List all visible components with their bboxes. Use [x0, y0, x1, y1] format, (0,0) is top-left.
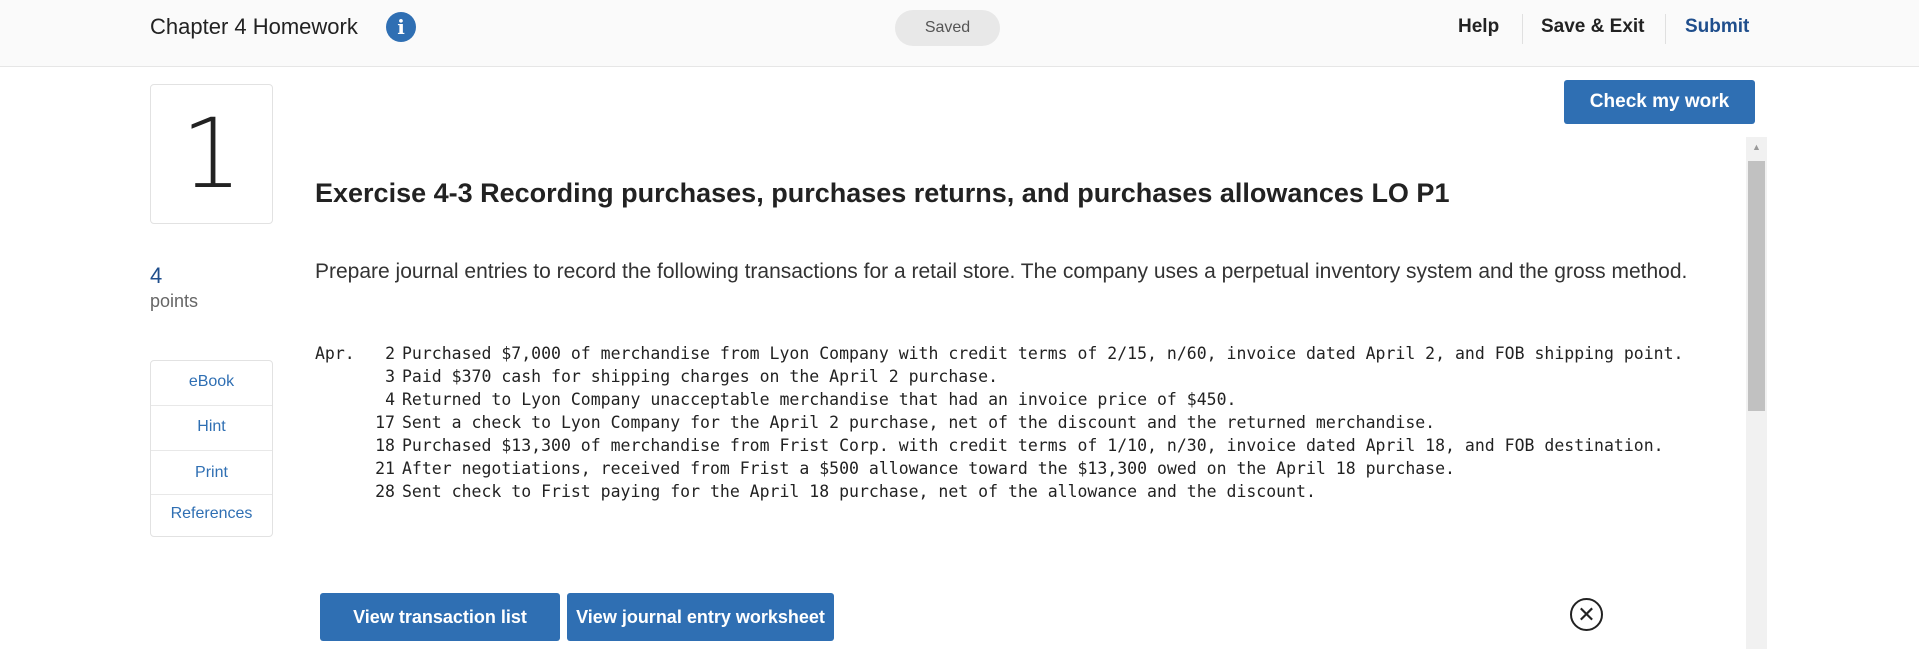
- points-label: points: [150, 291, 199, 311]
- transaction-day: 28: [375, 482, 395, 501]
- transaction-row: 3 Paid $370 cash for shipping charges on…: [315, 365, 1735, 388]
- menu-divider: [151, 450, 272, 451]
- info-icon[interactable]: i: [386, 12, 416, 42]
- nav-divider: [1522, 14, 1523, 44]
- save-exit-link[interactable]: Save & Exit: [1541, 16, 1645, 38]
- scroll-up-arrow-icon[interactable]: ▲: [1746, 137, 1767, 157]
- hint-link[interactable]: Hint: [151, 418, 272, 436]
- transaction-month: Apr.: [315, 344, 355, 363]
- transaction-day: 17: [375, 413, 395, 432]
- references-link[interactable]: References: [151, 505, 272, 523]
- transaction-list: Apr. 2 Purchased $7,000 of merchandise f…: [315, 342, 1735, 503]
- saved-status-badge: Saved: [895, 10, 1000, 46]
- menu-divider: [151, 494, 272, 495]
- transaction-day: 4: [385, 390, 395, 409]
- exercise-prompt: Prepare journal entries to record the fo…: [315, 260, 1688, 283]
- submit-link[interactable]: Submit: [1685, 16, 1749, 38]
- view-transaction-list-button[interactable]: View transaction list: [320, 593, 560, 641]
- transaction-text: Sent check to Frist paying for the April…: [402, 482, 1316, 501]
- exercise-title: Exercise 4-3 Recording purchases, purcha…: [315, 178, 1450, 208]
- points-value: 4: [150, 263, 163, 288]
- transaction-row: Apr. 2 Purchased $7,000 of merchandise f…: [315, 342, 1735, 365]
- view-journal-entry-worksheet-button[interactable]: View journal entry worksheet: [567, 593, 834, 641]
- transaction-month: [315, 388, 359, 411]
- help-link[interactable]: Help: [1458, 16, 1499, 38]
- transaction-day: 2: [385, 344, 395, 363]
- question-number: 1: [150, 84, 273, 224]
- transaction-month: [315, 411, 359, 434]
- top-bar: Chapter 4 Homework i Saved Help Save & E…: [0, 0, 1919, 67]
- resource-menu: eBook Hint Print References: [150, 360, 273, 537]
- transaction-month: [315, 365, 359, 388]
- ebook-link[interactable]: eBook: [151, 373, 272, 391]
- transaction-row: 18 Purchased $13,300 of merchandise from…: [315, 434, 1735, 457]
- transaction-row: 4 Returned to Lyon Company unacceptable …: [315, 388, 1735, 411]
- transaction-text: Sent a check to Lyon Company for the Apr…: [402, 413, 1436, 432]
- print-link[interactable]: Print: [151, 464, 272, 482]
- transaction-day: 3: [385, 367, 395, 386]
- transaction-row: 21 After negotiations, received from Fri…: [315, 457, 1735, 480]
- transaction-row: 17 Sent a check to Lyon Company for the …: [315, 411, 1735, 434]
- transaction-day: 18: [375, 436, 395, 455]
- transaction-text: Purchased $7,000 of merchandise from Lyo…: [402, 344, 1684, 363]
- close-icon[interactable]: ✕: [1570, 598, 1603, 631]
- assignment-title: Chapter 4 Homework: [150, 14, 358, 39]
- transaction-month: [315, 480, 359, 503]
- transaction-text: Purchased $13,300 of merchandise from Fr…: [402, 436, 1664, 455]
- transaction-month: [315, 434, 359, 457]
- transaction-text: Returned to Lyon Company unacceptable me…: [402, 390, 1237, 409]
- transaction-text: Paid $370 cash for shipping charges on t…: [402, 367, 999, 386]
- check-my-work-button[interactable]: Check my work: [1564, 80, 1755, 124]
- menu-divider: [151, 405, 272, 406]
- transaction-row: 28 Sent check to Frist paying for the Ap…: [315, 480, 1735, 503]
- transaction-month: [315, 457, 359, 480]
- transaction-text: After negotiations, received from Frist …: [402, 459, 1455, 478]
- nav-divider: [1665, 14, 1666, 44]
- content-scrollbar[interactable]: ▲: [1746, 137, 1767, 649]
- scrollbar-thumb[interactable]: [1748, 161, 1765, 411]
- transaction-day: 21: [375, 459, 395, 478]
